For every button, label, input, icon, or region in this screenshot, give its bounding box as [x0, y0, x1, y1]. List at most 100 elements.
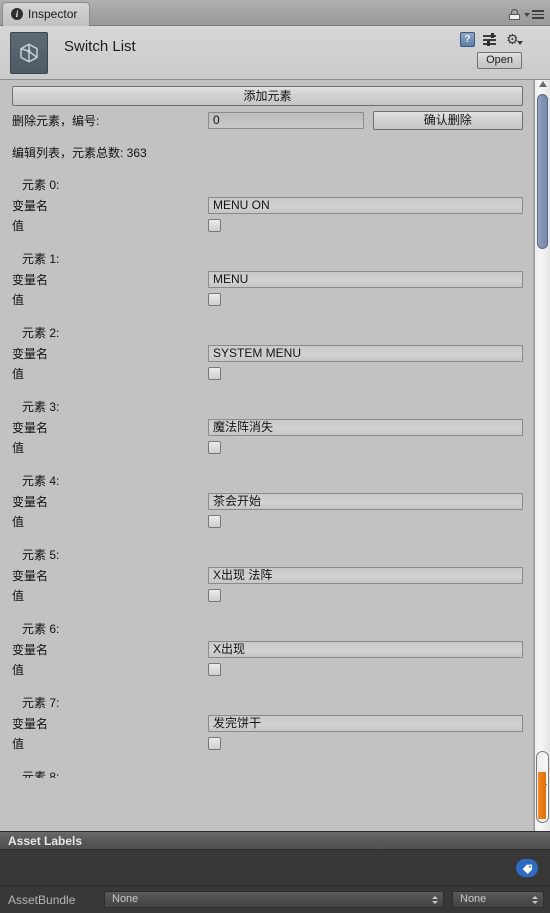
element-name-row: 变量名 SYSTEM MENU	[12, 343, 523, 363]
assetbundle-name-dropdown[interactable]: None	[104, 891, 444, 908]
element-title: 元素 6:	[22, 622, 60, 636]
element-value-label: 值	[12, 292, 25, 307]
element-value-checkbox[interactable]	[208, 736, 221, 750]
switch-list-editor: 添加元素 删除元素，编号: 0 确认删除 编辑列表，元素总数: 363 元素 0…	[0, 80, 534, 831]
window-tab-bar: i Inspector	[0, 0, 550, 26]
gear-dropdown-icon[interactable]: ⚙	[506, 32, 523, 47]
element-block: 元素 2: 变量名 SYSTEM MENU 值	[12, 325, 523, 383]
element-name-input[interactable]: SYSTEM MENU	[208, 344, 523, 362]
preset-sliders-icon[interactable]	[483, 32, 498, 47]
element-name-row: 变量名 X出现	[12, 639, 523, 659]
tab-bar-actions	[509, 9, 550, 25]
open-button[interactable]: Open	[477, 52, 522, 69]
element-name-label: 变量名	[12, 198, 49, 213]
element-value-row: 值	[12, 215, 523, 235]
element-value-label: 值	[12, 440, 25, 455]
asset-labels-header[interactable]: Asset Labels	[0, 831, 550, 850]
element-name-input[interactable]: 魔法阵消失	[208, 418, 523, 436]
element-total-label: 编辑列表，元素总数: 363	[12, 146, 147, 160]
asset-labels-section: Asset Labels AssetBundle None None	[0, 831, 550, 913]
assetbundle-variant-value: None	[460, 893, 487, 905]
element-block: 元素 1: 变量名 MENU 值	[12, 251, 523, 309]
element-block: 元素 7: 变量名 发完饼干 值	[12, 695, 523, 753]
page-title: Switch List	[64, 38, 136, 55]
chevron-updown-icon	[532, 895, 538, 904]
element-name-row: 变量名 茶会开始	[12, 491, 523, 511]
element-block: 元素 0: 变量名 MENU ON 值	[12, 177, 523, 235]
asset-header: Switch List ? ⚙ Open	[0, 26, 550, 80]
element-block: 元素 4: 变量名 茶会开始 值	[12, 473, 523, 531]
element-name-row: 变量名 MENU ON	[12, 195, 523, 215]
element-name-label: 变量名	[12, 716, 49, 731]
delete-element-label: 删除元素，编号:	[12, 113, 100, 128]
element-name-label: 变量名	[12, 642, 49, 657]
element-name-input[interactable]: X出现 法阵	[208, 566, 523, 584]
element-name-input[interactable]: 茶会开始	[208, 492, 523, 510]
element-name-label: 变量名	[12, 494, 49, 509]
element-value-row: 值	[12, 363, 523, 383]
help-book-icon[interactable]: ?	[460, 32, 475, 47]
element-value-checkbox[interactable]	[208, 514, 221, 528]
vertical-scrollbar[interactable]	[534, 80, 550, 831]
asset-labels-title: Asset Labels	[8, 833, 83, 848]
lock-icon[interactable]	[509, 9, 520, 20]
element-title: 元素 3:	[22, 400, 60, 414]
element-name-input[interactable]: MENU	[208, 270, 523, 288]
chevron-updown-icon	[432, 895, 438, 904]
inspector-window: i Inspector Switch List ? ⚙ Open 添加元素 删除…	[0, 0, 550, 913]
assetbundle-row: AssetBundle None None	[0, 886, 550, 913]
element-name-input[interactable]: X出现	[208, 640, 523, 658]
element-value-label: 值	[12, 514, 25, 529]
confirm-delete-button[interactable]: 确认删除	[372, 110, 523, 130]
tab-inspector[interactable]: i Inspector	[2, 2, 91, 26]
element-title: 元素 0:	[22, 178, 60, 192]
element-value-checkbox[interactable]	[208, 440, 221, 454]
element-value-checkbox[interactable]	[208, 218, 221, 232]
assetbundle-label: AssetBundle	[8, 892, 76, 907]
element-value-checkbox[interactable]	[208, 292, 221, 306]
element-value-label: 值	[12, 588, 25, 603]
assetbundle-variant-dropdown[interactable]: None	[452, 891, 544, 908]
element-name-label: 变量名	[12, 420, 49, 435]
element-name-input[interactable]: MENU ON	[208, 196, 523, 214]
element-name-row: 变量名 魔法阵消失	[12, 417, 523, 437]
element-value-row: 值	[12, 511, 523, 531]
delete-element-row: 删除元素，编号: 0 确认删除	[12, 110, 523, 130]
add-element-button[interactable]: 添加元素	[12, 86, 523, 106]
tag-icon[interactable]	[516, 859, 538, 877]
element-title-partial: 元素 8:	[22, 770, 60, 778]
asset-labels-body	[0, 850, 550, 886]
element-title: 元素 5:	[22, 548, 60, 562]
asset-header-tools: ? ⚙	[460, 32, 523, 47]
inspector-body: 添加元素 删除元素，编号: 0 确认删除 编辑列表，元素总数: 363 元素 0…	[0, 80, 550, 831]
assetbundle-name-value: None	[112, 893, 139, 905]
element-name-row: 变量名 X出现 法阵	[12, 565, 523, 585]
element-name-input[interactable]: 发完饼干	[208, 714, 523, 732]
element-value-label: 值	[12, 218, 25, 233]
element-value-label: 值	[12, 366, 25, 381]
element-title: 元素 7:	[22, 696, 60, 710]
triangle-up-icon[interactable]	[538, 81, 547, 87]
element-value-checkbox[interactable]	[208, 588, 221, 602]
element-block: 元素 6: 变量名 X出现 值	[12, 621, 523, 679]
element-value-label: 值	[12, 662, 25, 677]
element-title: 元素 4:	[22, 474, 60, 488]
element-name-row: 变量名 发完饼干	[12, 713, 523, 733]
scrollbar-drag-handle[interactable]	[538, 772, 546, 819]
element-value-row: 值	[12, 437, 523, 457]
element-value-row: 值	[12, 733, 523, 753]
scrollbar-thumb[interactable]	[537, 94, 548, 249]
element-value-row: 值	[12, 585, 523, 605]
element-block: 元素 3: 变量名 魔法阵消失 值	[12, 399, 523, 457]
element-value-checkbox[interactable]	[208, 366, 221, 380]
element-value-checkbox[interactable]	[208, 662, 221, 676]
element-name-row: 变量名 MENU	[12, 269, 523, 289]
element-value-label: 值	[12, 736, 25, 751]
element-value-row: 值	[12, 289, 523, 309]
delete-index-input[interactable]: 0	[208, 111, 364, 129]
tab-inspector-label: Inspector	[28, 7, 78, 21]
element-block: 元素 5: 变量名 X出现 法阵 值	[12, 547, 523, 605]
element-name-label: 变量名	[12, 346, 49, 361]
hamburger-menu-icon[interactable]	[524, 10, 544, 19]
element-title: 元素 1:	[22, 252, 60, 266]
